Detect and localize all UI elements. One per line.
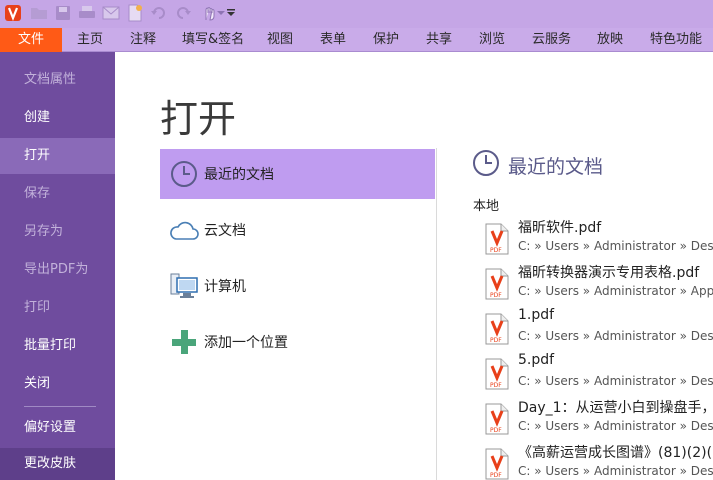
- new-document-icon[interactable]: [126, 4, 144, 22]
- nav-change-skin[interactable]: 更改皮肤: [0, 448, 115, 480]
- recent-documents-title: 最近的文档: [508, 155, 604, 178]
- tab-view[interactable]: 视图: [267, 28, 293, 52]
- location-add-place[interactable]: 添加一个位置: [160, 317, 435, 367]
- nav-document-properties[interactable]: 文档属性: [0, 62, 115, 98]
- svg-text:PDF: PDF: [490, 472, 502, 479]
- pdf-file-icon: PDF: [485, 448, 509, 480]
- customize-dropdown-icon[interactable]: [226, 4, 236, 22]
- tab-form[interactable]: 表单: [320, 28, 346, 52]
- hand-tool-dropdown-icon[interactable]: [216, 4, 226, 22]
- pdf-file-icon: PDF: [485, 223, 509, 255]
- file-backstage-nav: 文档属性 创建 打开 保存 另存为 导出PDF为 打印 批量打印 关闭 偏好设置…: [0, 52, 115, 480]
- svg-text:PDF: PDF: [490, 427, 502, 434]
- panel-divider: [436, 148, 437, 480]
- recent-file-name: 《高薪运营成长图谱》(81)(2)(1: [518, 445, 713, 461]
- svg-text:PDF: PDF: [490, 382, 502, 389]
- nav-batch-print[interactable]: 批量打印: [0, 328, 115, 364]
- recent-file-name: 福昕软件.pdf: [518, 220, 602, 236]
- location-label: 云文档: [204, 223, 246, 239]
- tab-home[interactable]: 主页: [77, 28, 103, 52]
- tab-special-features[interactable]: 特色功能: [650, 28, 702, 52]
- page-title: 打开: [160, 97, 237, 141]
- location-label: 添加一个位置: [204, 335, 288, 351]
- recent-file-name: 5.pdf: [518, 352, 555, 368]
- location-label: 最近的文档: [204, 167, 274, 183]
- save-icon[interactable]: [54, 4, 72, 22]
- computer-icon: [164, 270, 204, 302]
- open-folder-icon[interactable]: [30, 4, 48, 22]
- nav-divider: [24, 406, 96, 407]
- ribbon-tab-bar: 文件 主页 注释 填写&签名 视图 表单 保护 共享 浏览 云服务 放映 特色功…: [0, 28, 713, 52]
- tab-cloud-service[interactable]: 云服务: [532, 28, 571, 52]
- location-label: 计算机: [204, 279, 246, 295]
- recent-file-row[interactable]: PDF Day_1：从运营小白到操盘手， C: » Users » Admini…: [483, 397, 713, 442]
- tab-share[interactable]: 共享: [426, 28, 452, 52]
- tab-fill-sign[interactable]: 填写&签名: [182, 28, 244, 52]
- redo-icon[interactable]: [174, 4, 192, 22]
- recent-file-path: C: » Users » Administrator » Deskto: [518, 329, 713, 343]
- recent-file-path: C: » Users » Administrator » Deskto: [518, 374, 713, 388]
- quick-access-toolbar: [0, 0, 713, 28]
- print-icon[interactable]: [78, 4, 96, 22]
- recent-file-name: 福昕转换器演示专用表格.pdf: [518, 265, 700, 281]
- location-cloud-documents[interactable]: 云文档: [160, 205, 435, 255]
- recent-file-row[interactable]: PDF 5.pdf C: » Users » Administrator » D…: [483, 352, 713, 397]
- nav-close[interactable]: 关闭: [0, 366, 115, 402]
- nav-save[interactable]: 保存: [0, 176, 115, 212]
- pdf-file-icon: PDF: [485, 268, 509, 300]
- tab-protect[interactable]: 保护: [373, 28, 399, 52]
- tab-slideshow[interactable]: 放映: [597, 28, 623, 52]
- undo-icon[interactable]: [150, 4, 168, 22]
- nav-create[interactable]: 创建: [0, 100, 115, 136]
- tab-browse[interactable]: 浏览: [479, 28, 505, 52]
- clock-icon: [472, 149, 500, 181]
- recent-file-name: Day_1：从运营小白到操盘手，: [518, 400, 713, 416]
- pdf-file-icon: PDF: [485, 313, 509, 345]
- nav-print[interactable]: 打印: [0, 290, 115, 326]
- location-recent-documents[interactable]: 最近的文档: [160, 149, 435, 199]
- clock-icon: [164, 158, 204, 190]
- recent-file-path: C: » Users » Administrator » Deskto: [518, 419, 713, 433]
- nav-export-pdf[interactable]: 导出PDF为: [0, 252, 115, 288]
- recent-documents-header: 最近的文档: [472, 150, 603, 180]
- svg-text:PDF: PDF: [490, 247, 502, 254]
- tab-comment[interactable]: 注释: [130, 28, 156, 52]
- nav-preferences[interactable]: 偏好设置: [0, 410, 115, 446]
- recent-file-path: C: » Users » Administrator » AppDat: [518, 284, 713, 298]
- recent-file-path: C: » Users » Administrator » Deskto: [518, 239, 713, 253]
- nav-open[interactable]: 打开: [0, 138, 115, 174]
- pdf-file-icon: PDF: [485, 403, 509, 435]
- recent-file-name: 1.pdf: [518, 307, 555, 323]
- location-computer[interactable]: 计算机: [160, 261, 435, 311]
- svg-text:PDF: PDF: [490, 337, 502, 344]
- recent-file-row[interactable]: PDF 1.pdf C: » Users » Administrator » D…: [483, 307, 713, 352]
- nav-save-as[interactable]: 另存为: [0, 214, 115, 250]
- local-section-label: 本地: [473, 199, 500, 214]
- email-icon[interactable]: [102, 4, 120, 22]
- app-logo-icon[interactable]: [4, 4, 22, 22]
- tab-file[interactable]: 文件: [0, 28, 62, 52]
- recent-file-row[interactable]: PDF 福昕转换器演示专用表格.pdf C: » Users » Adminis…: [483, 262, 713, 307]
- svg-text:PDF: PDF: [490, 292, 502, 299]
- plus-icon: [164, 326, 204, 358]
- recent-file-row[interactable]: PDF 福昕软件.pdf C: » Users » Administrator …: [483, 217, 713, 262]
- cloud-icon: [164, 214, 204, 246]
- pdf-file-icon: PDF: [485, 358, 509, 390]
- recent-file-path: C: » Users » Administrator » Deskto: [518, 464, 713, 478]
- recent-file-row[interactable]: PDF 《高薪运营成长图谱》(81)(2)(1 C: » Users » Adm…: [483, 442, 713, 480]
